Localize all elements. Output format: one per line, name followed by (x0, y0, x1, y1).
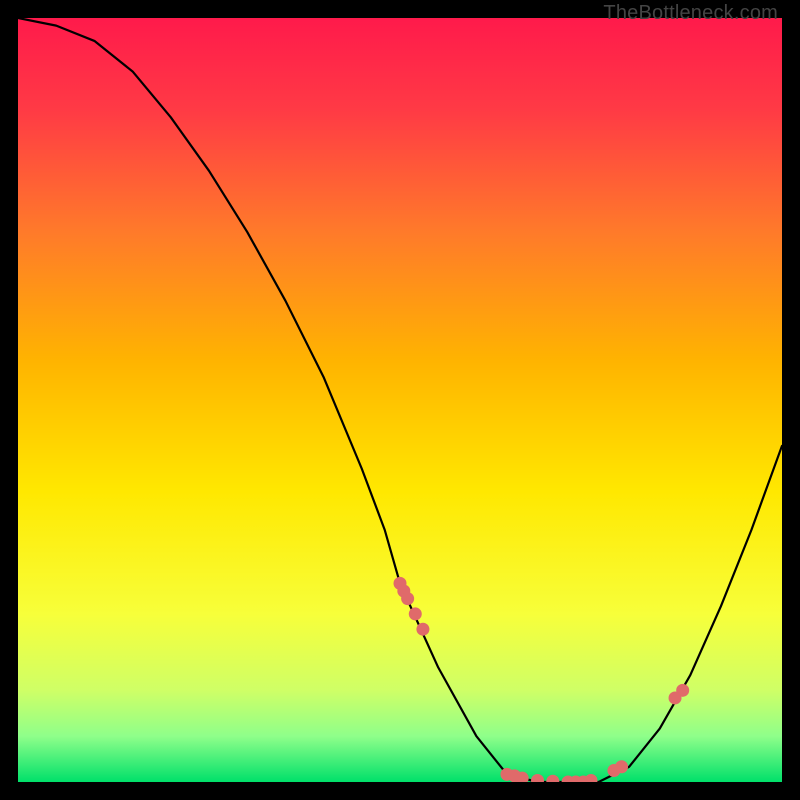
chart-svg (18, 18, 782, 782)
data-point (409, 607, 422, 620)
chart-frame (18, 18, 782, 782)
data-point (615, 760, 628, 773)
watermark-text: TheBottleneck.com (603, 2, 778, 25)
data-point (676, 684, 689, 697)
data-point (416, 623, 429, 636)
chart-background (18, 18, 782, 782)
data-point (401, 592, 414, 605)
